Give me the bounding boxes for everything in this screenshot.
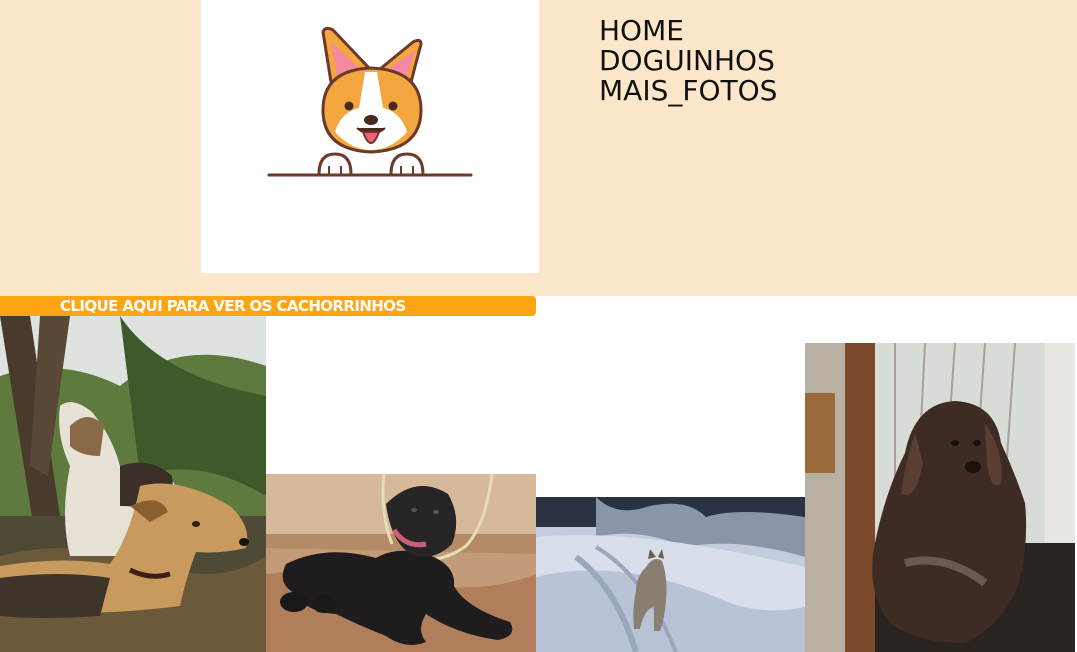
dog-photo-brown-dog[interactable] xyxy=(805,343,1075,652)
see-puppies-label: CLIQUE AQUI PARA VER OS CACHORRINHOS xyxy=(60,297,406,315)
dog-photo-snow[interactable] xyxy=(536,497,805,652)
logo[interactable] xyxy=(201,0,539,273)
nav-item-mais-fotos[interactable]: MAIS_FOTOS xyxy=(599,76,777,106)
see-puppies-button[interactable]: CLIQUE AQUI PARA VER OS CACHORRINHOS xyxy=(0,296,536,316)
corgi-logo-icon xyxy=(267,26,473,177)
dog-photo-fox-terriers[interactable] xyxy=(0,316,266,652)
site-header: HOME DOGUINHOS MAIS_FOTOS xyxy=(0,0,1077,296)
main-nav: HOME DOGUINHOS MAIS_FOTOS xyxy=(599,16,777,106)
nav-item-doguinhos[interactable]: DOGUINHOS xyxy=(599,46,777,76)
nav-item-home[interactable]: HOME xyxy=(599,16,777,46)
dog-photo-black-puppy[interactable] xyxy=(266,474,536,652)
